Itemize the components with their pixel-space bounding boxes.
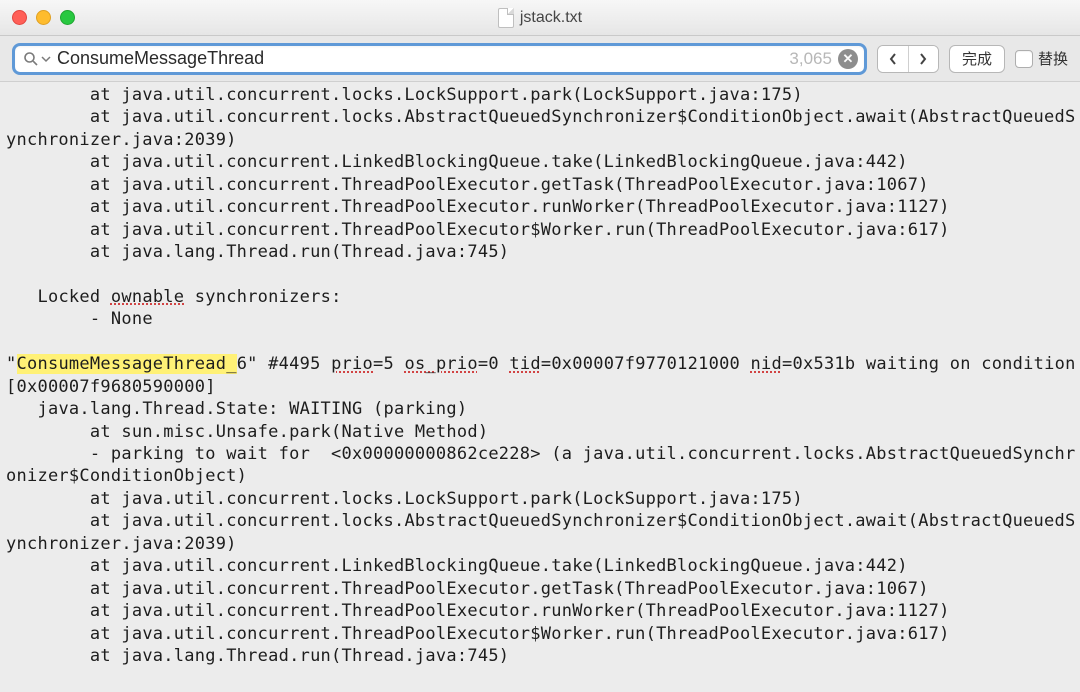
match-count: 3,065 bbox=[789, 49, 832, 69]
text-line: at java.util.concurrent.ThreadPoolExecut… bbox=[6, 601, 950, 621]
text-line: at bbox=[6, 511, 121, 531]
text-line: =0 bbox=[478, 354, 509, 374]
document-icon bbox=[498, 8, 514, 28]
text-line: prio bbox=[331, 354, 373, 374]
text-line: ownable bbox=[111, 287, 184, 307]
text-line: at java.util.concurrent.locks.LockSuppor… bbox=[6, 489, 803, 509]
text-line: at java.util.concurrent.ThreadPoolExecut… bbox=[6, 175, 929, 195]
text-line: java.util.concurrent.locks.AbstractQueue… bbox=[6, 511, 1075, 553]
text-content[interactable]: at java.util.concurrent.locks.LockSuppor… bbox=[0, 82, 1080, 673]
window-title: jstack.txt bbox=[520, 9, 582, 27]
text-line: synchronizers: bbox=[184, 287, 341, 307]
text-line: =0x00007f9770121000 bbox=[541, 354, 751, 374]
traffic-lights bbox=[12, 10, 75, 25]
search-input[interactable] bbox=[57, 48, 783, 69]
clear-search-button[interactable]: ✕ bbox=[838, 49, 858, 69]
text-line: tid bbox=[509, 354, 540, 374]
find-nav-segment bbox=[877, 45, 939, 73]
text-line: Locked bbox=[6, 287, 111, 307]
minimize-window-button[interactable] bbox=[36, 10, 51, 25]
fullscreen-window-button[interactable] bbox=[60, 10, 75, 25]
done-button[interactable]: 完成 bbox=[949, 45, 1005, 73]
search-field-wrap[interactable]: 3,065 ✕ bbox=[12, 43, 867, 75]
text-line: at java.util.concurrent.LinkedBlockingQu… bbox=[6, 556, 908, 576]
text-line: java.lang.Thread.State: WAITING (parking… bbox=[6, 399, 467, 419]
replace-toggle[interactable]: 替换 bbox=[1015, 48, 1068, 69]
text-line: " bbox=[6, 354, 17, 374]
text-line: at bbox=[6, 107, 121, 127]
text-line: - None bbox=[6, 309, 153, 329]
text-line: at java.util.concurrent.LinkedBlockingQu… bbox=[6, 152, 908, 172]
text-line: at java.lang.Thread.run(Thread.java:745) bbox=[6, 242, 509, 262]
search-options-chevron-icon[interactable] bbox=[41, 54, 51, 64]
find-prev-button[interactable] bbox=[878, 46, 908, 72]
text-line: java.util.concurrent.locks.AbstractQueue… bbox=[6, 107, 1075, 149]
find-next-button[interactable] bbox=[908, 46, 938, 72]
text-line: - parking to wait for <0x00000000862ce22… bbox=[6, 444, 1075, 486]
text-line: os_prio bbox=[404, 354, 477, 374]
text-line: at java.util.concurrent.ThreadPoolExecut… bbox=[6, 220, 950, 240]
text-line: at java.util.concurrent.ThreadPoolExecut… bbox=[6, 624, 950, 644]
text-line: at java.util.concurrent.ThreadPoolExecut… bbox=[6, 197, 950, 217]
text-line: at java.lang.Thread.run(Thread.java:745) bbox=[6, 646, 509, 666]
text-line: at sun.misc.Unsafe.park(Native Method) bbox=[6, 422, 488, 442]
text-line: at java.util.concurrent.ThreadPoolExecut… bbox=[6, 579, 929, 599]
text-line: nid bbox=[751, 354, 782, 374]
text-line: =5 bbox=[373, 354, 404, 374]
search-highlight: ConsumeMessageThread_ bbox=[17, 354, 237, 374]
close-window-button[interactable] bbox=[12, 10, 27, 25]
search-icon bbox=[23, 51, 39, 67]
window-titlebar: jstack.txt bbox=[0, 0, 1080, 36]
text-line: 6" #4495 bbox=[237, 354, 331, 374]
replace-checkbox[interactable] bbox=[1015, 50, 1033, 68]
find-toolbar: 3,065 ✕ 完成 替换 bbox=[0, 36, 1080, 82]
replace-label: 替换 bbox=[1038, 48, 1068, 69]
text-line: at java.util.concurrent.locks.LockSuppor… bbox=[6, 85, 803, 105]
